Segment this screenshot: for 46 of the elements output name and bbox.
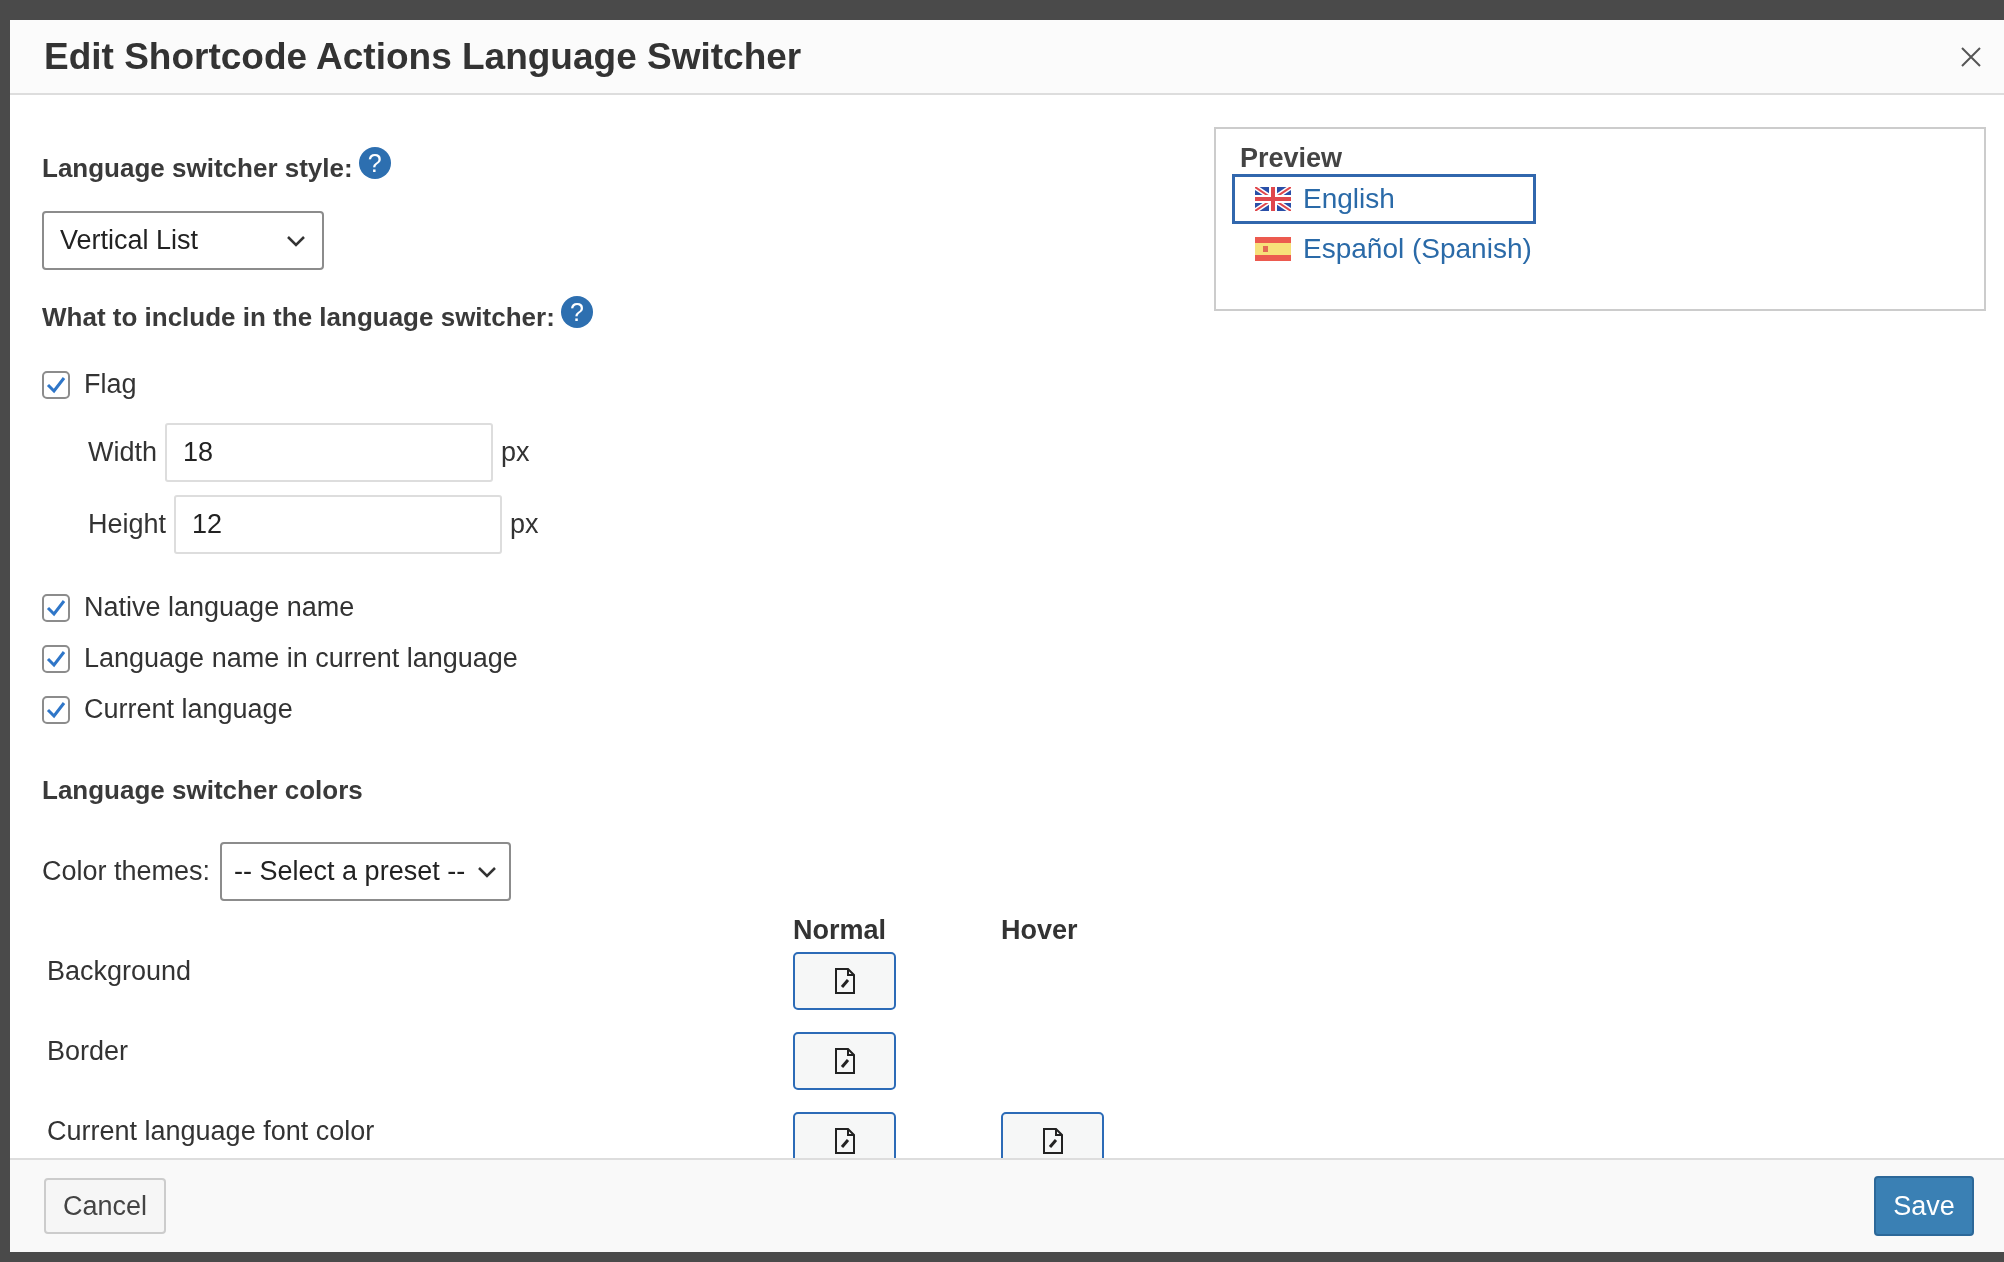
preview-title: Preview <box>1240 143 1343 174</box>
checkbox[interactable] <box>42 370 70 399</box>
checkbox-label: Language name in current language <box>84 643 518 674</box>
color-picker-button[interactable] <box>793 1032 896 1090</box>
preset-select[interactable]: -- Select a preset -- <box>220 842 512 901</box>
edit-file-icon <box>833 967 856 995</box>
unit-label: px <box>501 437 530 468</box>
checkbox-label: Flag <box>84 369 137 400</box>
cancel-button[interactable]: Cancel <box>44 1178 166 1234</box>
checkbox[interactable] <box>42 695 70 724</box>
help-icon[interactable]: ? <box>560 296 593 328</box>
section-label: What to include in the language switcher: <box>42 302 555 333</box>
section-label: Language switcher style: <box>42 153 353 184</box>
checkbox-label: Current language <box>84 694 293 725</box>
edit-file-icon <box>1041 1127 1064 1155</box>
row-label: Background <box>47 956 192 986</box>
color-picker-button[interactable] <box>793 1112 896 1158</box>
language-link[interactable]: Español (Spanish) <box>1232 224 1536 274</box>
flag-icon <box>1255 187 1291 211</box>
style-select[interactable]: Vertical List <box>42 211 324 270</box>
color-picker-button[interactable] <box>1001 1112 1104 1158</box>
input-field[interactable]: 12 <box>174 495 503 554</box>
checkbox-label: Native language name <box>84 592 355 623</box>
edit-file-icon <box>833 1047 856 1075</box>
field-label: Height <box>88 509 167 540</box>
section-label: Language switcher colors <box>42 775 363 806</box>
help-icon[interactable]: ? <box>358 147 391 179</box>
dialog-title: Edit Shortcode Actions Language Switcher <box>44 35 802 78</box>
column-header: Normal <box>793 915 888 946</box>
chevron-down-icon <box>477 865 498 878</box>
save-button[interactable]: Save <box>1874 1176 1974 1236</box>
unit-label: px <box>510 509 539 540</box>
field-label: Width <box>88 437 158 468</box>
row-label: Current language font color <box>47 1116 375 1146</box>
checkbox[interactable] <box>42 593 70 622</box>
chevron-down-icon <box>286 234 306 247</box>
row-label: Border <box>47 1036 129 1066</box>
column-header: Hover <box>1001 915 1079 946</box>
edit-file-icon <box>833 1127 856 1155</box>
language-link[interactable]: English <box>1232 174 1536 224</box>
flag-icon <box>1255 237 1291 261</box>
field-label: Color themes: <box>42 856 211 887</box>
color-picker-button[interactable] <box>793 952 896 1010</box>
close-icon[interactable] <box>1960 45 1982 68</box>
input-field[interactable]: 18 <box>165 423 494 482</box>
checkbox[interactable] <box>42 644 70 673</box>
